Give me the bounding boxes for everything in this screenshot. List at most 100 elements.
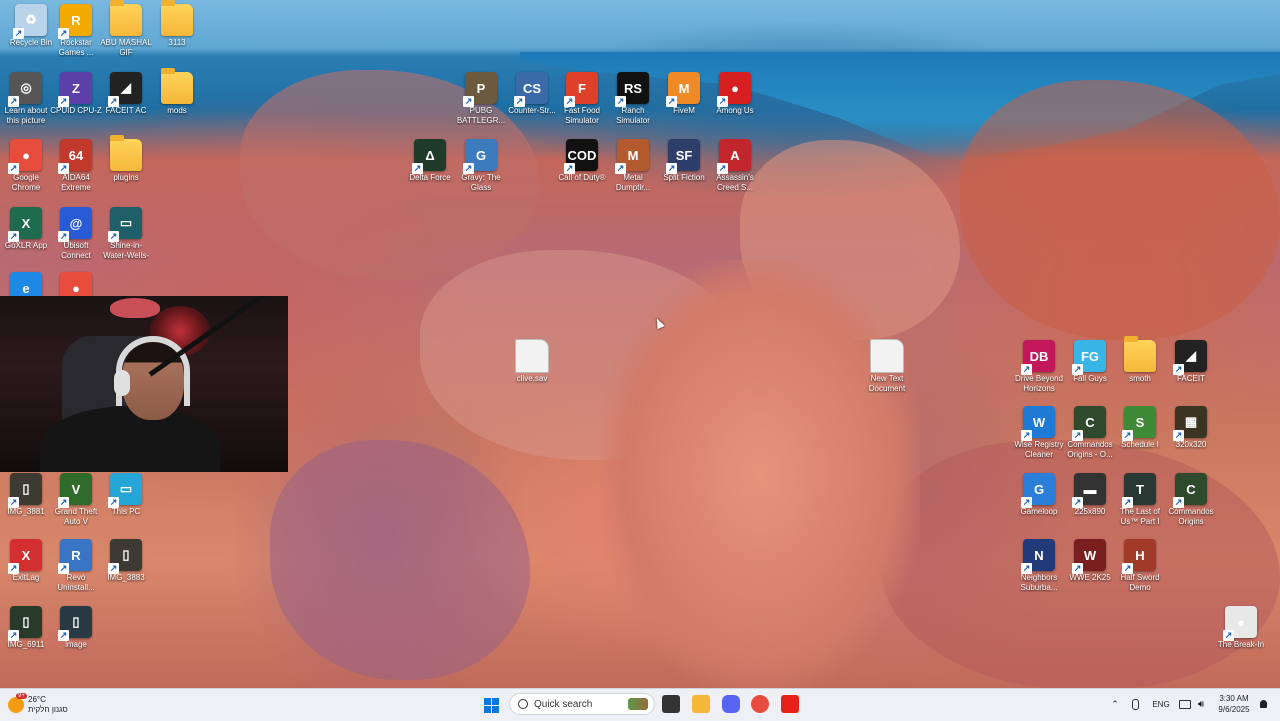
app-icon: 64 [58, 139, 92, 174]
desktop-icon[interactable]: ●The Break-In [1215, 606, 1267, 650]
discord-icon[interactable] [721, 688, 741, 720]
notification-bell-icon[interactable] [1256, 688, 1270, 720]
desktop-icon-label: clive.sav [516, 374, 548, 383]
search-box[interactable]: Quick search [509, 693, 655, 715]
desktop-icon[interactable]: ◢FACEIT [1165, 340, 1217, 384]
desktop-icon[interactable]: mods [151, 68, 203, 116]
desktop-icon[interactable]: CSCounter-Str... [506, 72, 558, 116]
desktop-icon[interactable]: @Ubisoft Connect [50, 207, 102, 260]
network-icon[interactable] [1178, 688, 1192, 720]
webcam-overlay [0, 296, 288, 472]
desktop-icon[interactable]: ▭Shine-in-Water-Wells-as-e-Continuous-Ch… [100, 207, 152, 260]
desktop-icon-label: Half Sword Demo [1120, 573, 1160, 592]
desktop-icon[interactable]: AAssassin's Creed S... [709, 139, 761, 192]
desktop-icon[interactable]: WWise Registry Cleaner [1013, 406, 1065, 459]
desktop-icon[interactable]: SSchedule I [1114, 406, 1166, 450]
desktop-icon[interactable]: ZCPUID CPU-Z [50, 72, 102, 116]
app-icon: ◢ [1173, 340, 1207, 375]
app-icon: SF [666, 139, 700, 174]
app-icon: ● [1223, 606, 1257, 641]
desktop-icon[interactable]: CCommandos Origins - O... [1064, 406, 1116, 459]
desktop-icon[interactable]: HHalf Sword Demo [1114, 539, 1166, 592]
app-icon: ◎ [8, 72, 42, 107]
weather-widget[interactable]: 9+ 26°C סגנון חלקית [8, 689, 98, 721]
app-icon: H [1122, 539, 1156, 574]
desktop-icon-label: Among Us [716, 106, 754, 115]
desktop-icon-label: New Text Document [868, 374, 906, 393]
desktop-icon-label: FACEIT [1176, 374, 1205, 383]
desktop-icon[interactable]: ▬225x890 [1064, 473, 1116, 517]
desktop-icon[interactable]: ABU MASHAL GIF [100, 0, 152, 57]
app-icon: ● [717, 72, 751, 107]
app-icon: W [1021, 406, 1055, 441]
wallpaper-canyon [600, 260, 920, 688]
app-icon: ▦ [1173, 406, 1207, 441]
desktop-icon[interactable]: MFiveM [658, 72, 710, 116]
desktop-icon[interactable]: NNeighbors Suburba... [1013, 539, 1065, 592]
desktop-icon[interactable]: ●Google Chrome [0, 139, 52, 192]
desktop-icon[interactable]: DBDrive Beyond Horizons [1013, 340, 1065, 393]
desktop-icon-label: Learn about this picture [4, 106, 48, 125]
microphone-icon[interactable] [1128, 688, 1142, 720]
desktop-icon-label: plugins [113, 173, 139, 182]
desktop-icon-label: ExitLag [12, 573, 40, 582]
start-button[interactable] [480, 689, 502, 721]
search-highlight-icon [628, 698, 648, 710]
volume-icon[interactable]: 🔊︎ [1194, 688, 1208, 720]
app-icon: ● [8, 139, 42, 174]
app-icon: R [58, 539, 92, 574]
desktop-icon[interactable]: RRockstar Games ... [50, 4, 102, 57]
desktop-icon[interactable]: ▦320x320 [1165, 406, 1217, 450]
desktop-icon[interactable]: ◢FACEIT AC [100, 72, 152, 116]
file-explorer-icon[interactable] [691, 688, 711, 720]
desktop-icon[interactable]: 3113 [151, 0, 203, 48]
desktop-icon-label: CPUID CPU-Z [50, 106, 102, 115]
desktop-icon[interactable]: RRevo Uninstall... [50, 539, 102, 592]
desktop-icon[interactable]: ΔDelta Force [404, 139, 456, 183]
file-explorer-dark-icon[interactable] [661, 688, 681, 720]
desktop-icon[interactable]: GGravy: The Glass [455, 139, 507, 192]
desktop-icon[interactable]: WWWE 2K25 [1064, 539, 1116, 583]
app-icon: M [615, 139, 649, 174]
desktop-icon[interactable]: RSRanch Simulator [607, 72, 659, 125]
desktop-icon[interactable]: VGrand Theft Auto V [50, 473, 102, 526]
desktop-icon[interactable]: MMetal Dumptir... [607, 139, 659, 192]
desktop-icon[interactable]: CCommandos Origins [1165, 473, 1217, 526]
desktop-icon[interactable]: TThe Last of Us™ Part I [1114, 473, 1166, 526]
desktop-icon[interactable]: XGoXLR App [0, 207, 52, 251]
desktop-icon[interactable]: ▯IMG_6911 [0, 606, 52, 650]
desktop-icon[interactable]: New Text Document [861, 340, 913, 393]
desktop-icon[interactable]: smoth [1114, 336, 1166, 384]
desktop-icon-label: Drive Beyond Horizons [1014, 374, 1064, 393]
folder-icon [110, 0, 142, 36]
desktop-icon[interactable]: ●Among Us [709, 72, 761, 116]
desktop-icon[interactable]: SFSplit Fiction [658, 139, 710, 183]
youtube-icon[interactable] [780, 688, 800, 720]
windows-logo-icon [483, 697, 499, 713]
desktop-icon-label: Neighbors Suburba... [1020, 573, 1058, 592]
desktop-icon-label: WWE 2K25 [1069, 573, 1111, 582]
desktop-icon[interactable]: FFast Food Simulator [556, 72, 608, 125]
desktop-icon[interactable]: XExitLag [0, 539, 52, 583]
desktop-icon[interactable]: ▯IMG_3881 [0, 473, 52, 517]
language-indicator[interactable]: ENG [1148, 688, 1174, 720]
desktop-icon[interactable]: ▭This PC [100, 473, 152, 517]
desktop-icon-label: image [65, 640, 87, 649]
desktop-icon[interactable]: ▯image [50, 606, 102, 650]
desktop-icon[interactable]: FGFall Guys [1064, 340, 1116, 384]
desktop-icon[interactable]: CODCall of Duty® [556, 139, 608, 183]
desktop-icon[interactable]: GGameloop [1013, 473, 1065, 517]
clock[interactable]: 3:30 AM 9/6/2025 [1212, 688, 1256, 720]
desktop-icon-label: Call of Duty® [558, 173, 606, 182]
desktop-icon-label: FiveM [673, 106, 695, 115]
desktop-icon[interactable]: clive.sav [506, 340, 558, 384]
desktop-icon[interactable]: plugins [100, 135, 152, 183]
desktop-icon[interactable]: 64AIDA64 Extreme [50, 139, 102, 192]
chrome-icon[interactable] [750, 688, 770, 720]
clock-time: 3:30 AM [1219, 694, 1249, 703]
desktop-icon[interactable]: PPUBG BATTLEGR... [455, 72, 507, 125]
desktop-icon[interactable]: ◎Learn about this picture [0, 72, 52, 125]
app-icon: @ [58, 207, 92, 242]
desktop-icon[interactable]: ▯IMG_3883 [100, 539, 152, 583]
tray-overflow-chevron-icon[interactable]: ⌃ [1108, 688, 1122, 720]
